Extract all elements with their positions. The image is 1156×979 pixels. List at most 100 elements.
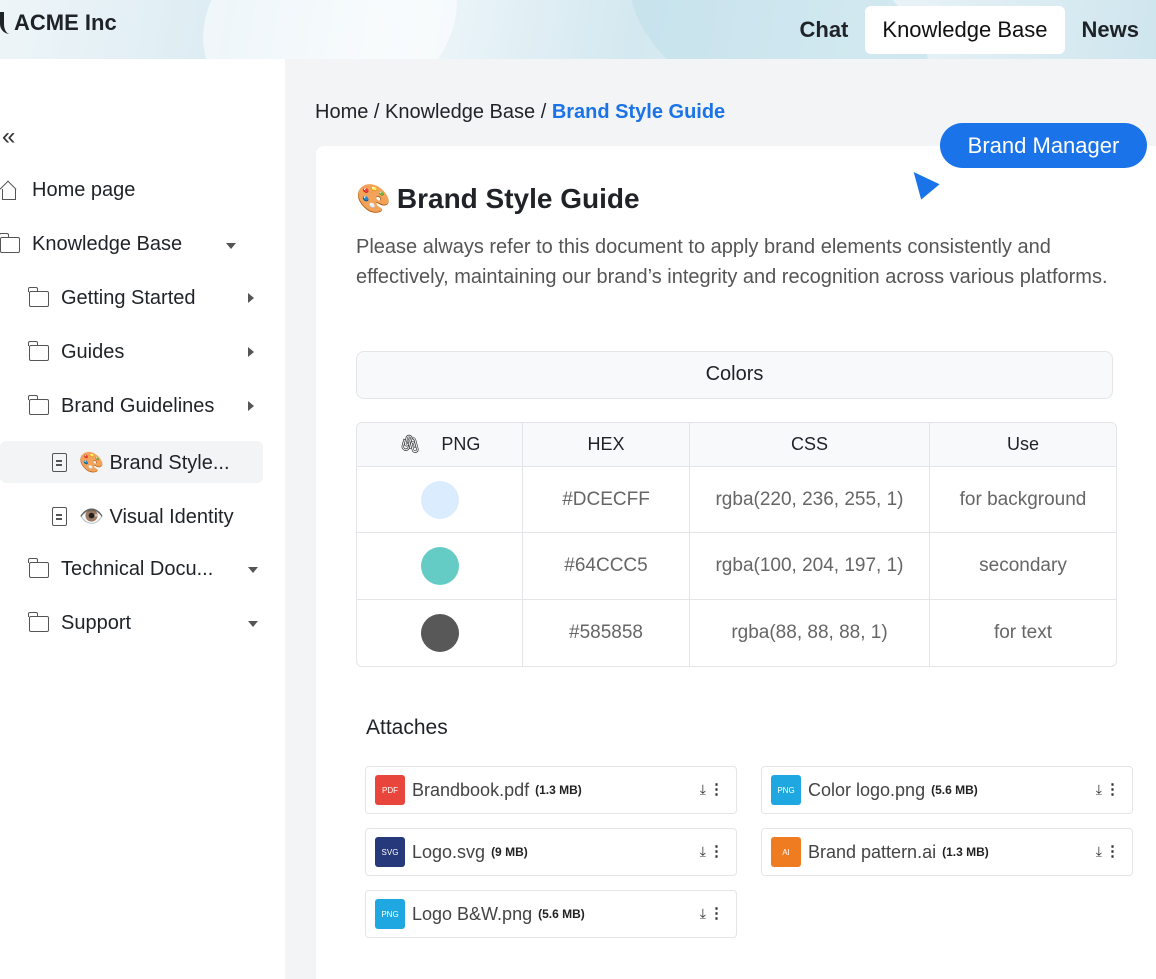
sidebar-item-label: Technical Docu... xyxy=(61,558,214,580)
chevron-right-icon[interactable] xyxy=(248,293,254,303)
folder-icon xyxy=(28,557,49,578)
swatch-cell xyxy=(357,533,523,600)
sidebar-item-label: Guides xyxy=(61,341,125,363)
sidebar-item-label: 🎨 Brand Style... xyxy=(79,452,230,474)
column-header-use: Use xyxy=(930,423,1116,467)
sidebar-item-label: 👁️ Visual Identity xyxy=(79,506,234,528)
chevron-down-icon[interactable] xyxy=(248,621,258,627)
file-name: Brand pattern.ai xyxy=(808,841,937,862)
sidebar-item-support[interactable]: Support xyxy=(28,611,132,635)
download-icon[interactable]: ⤓ xyxy=(1096,781,1102,798)
sidebar-item-label: Getting Started xyxy=(61,287,196,309)
download-icon[interactable]: ⤓ xyxy=(1096,843,1102,860)
more-options-icon[interactable]: ⋮ xyxy=(1105,780,1120,798)
chevron-right-icon[interactable] xyxy=(248,401,254,411)
nav-chat[interactable]: Chat xyxy=(783,6,866,54)
pdf-file-icon: PDF xyxy=(375,775,405,805)
table-row: #585858 rgba(88, 88, 88, 1) for text xyxy=(357,599,1116,666)
png-file-icon: PNG xyxy=(771,775,801,805)
more-options-icon[interactable]: ⋮ xyxy=(709,904,724,922)
sidebar-item-brand-style-guide[interactable]: 🎨 Brand Style... xyxy=(52,450,230,475)
swatch-cell xyxy=(357,599,523,666)
file-name: Logo B&W.png xyxy=(412,903,533,924)
attachment-brandbook[interactable]: PDF Brandbook.pdf (1.3 MB) ⤓ ⋮ xyxy=(365,766,737,814)
attachment-color-logo[interactable]: PNG Color logo.png (5.6 MB) ⤓ ⋮ xyxy=(761,766,1133,814)
file-size: (5.6 MB) xyxy=(538,907,585,921)
nav-knowledge-base[interactable]: Knowledge Base xyxy=(865,5,1065,54)
attachment-brand-pattern[interactable]: AI Brand pattern.ai (1.3 MB) ⤓ ⋮ xyxy=(761,828,1133,876)
sidebar-item-home[interactable]: Home page xyxy=(0,179,135,202)
color-swatch xyxy=(420,546,459,585)
breadcrumb-knowledge-base[interactable]: Knowledge Base xyxy=(385,101,535,123)
chevron-down-icon[interactable] xyxy=(248,567,258,573)
file-size: (1.3 MB) xyxy=(942,845,989,859)
sidebar-item-label: Brand Guidelines xyxy=(61,395,215,417)
colors-section-header[interactable]: Colors xyxy=(356,351,1113,399)
more-options-icon[interactable]: ⋮ xyxy=(1105,842,1120,860)
brand-name: ACME Inc xyxy=(14,10,117,35)
more-options-icon[interactable]: ⋮ xyxy=(709,842,724,860)
palette-emoji-icon: 🎨 xyxy=(356,183,391,214)
sidebar-item-technical-docs[interactable]: Technical Docu... xyxy=(28,557,214,581)
colors-table: 🖇 PNG HEX CSS Use #DCECFF rgba(220, 236, … xyxy=(356,422,1117,667)
file-size: (5.6 MB) xyxy=(931,783,978,797)
hex-cell: #585858 xyxy=(523,599,690,666)
breadcrumb: Home / Knowledge Base / Brand Style Guid… xyxy=(315,101,725,124)
css-cell: rgba(88, 88, 88, 1) xyxy=(690,599,930,666)
paperclip-icon: 🖇 xyxy=(398,434,422,454)
file-size: (1.3 MB) xyxy=(535,783,582,797)
color-swatch xyxy=(420,480,459,519)
intro-paragraph: Please always refer to this document to … xyxy=(356,236,1108,288)
folder-icon xyxy=(0,232,20,253)
download-icon[interactable]: ⤓ xyxy=(700,781,706,798)
logo-icon xyxy=(0,12,10,34)
use-cell: for background xyxy=(930,467,1116,534)
color-swatch xyxy=(420,613,459,652)
file-name: Color logo.png xyxy=(808,779,926,800)
folder-icon xyxy=(28,340,49,361)
sidebar-item-knowledge-base[interactable]: Knowledge Base xyxy=(0,232,183,256)
swatch-cell xyxy=(357,467,523,534)
column-header-png: 🖇 PNG xyxy=(357,423,523,467)
brand-logo[interactable]: ACME Inc xyxy=(0,10,117,36)
file-name: Brandbook.pdf xyxy=(412,779,530,800)
file-name: Logo.svg xyxy=(412,841,486,862)
page-title: 🎨 Brand Style Guide xyxy=(356,182,640,215)
sidebar-item-getting-started[interactable]: Getting Started xyxy=(28,286,196,310)
attachment-logo-svg[interactable]: SVG Logo.svg (9 MB) ⤓ ⋮ xyxy=(365,828,737,876)
breadcrumb-home[interactable]: Home xyxy=(315,101,368,123)
sidebar: « Home page Knowledge Base Getting Start… xyxy=(0,59,285,979)
sidebar-item-guides[interactable]: Guides xyxy=(28,340,125,364)
nav-news[interactable]: News xyxy=(1065,6,1156,54)
home-icon xyxy=(0,182,18,200)
sidebar-item-visual-identity[interactable]: 👁️ Visual Identity xyxy=(52,504,234,529)
download-icon[interactable]: ⤓ xyxy=(700,843,706,860)
ai-file-icon: AI xyxy=(771,837,801,867)
table-row: #64CCC5 rgba(100, 204, 197, 1) secondary xyxy=(357,533,1116,600)
table-header-row: 🖇 PNG HEX CSS Use xyxy=(357,423,1116,467)
css-cell: rgba(220, 236, 255, 1) xyxy=(690,467,930,534)
collapse-sidebar-icon[interactable]: « xyxy=(2,123,15,151)
sidebar-item-brand-guidelines[interactable]: Brand Guidelines xyxy=(28,394,215,418)
download-icon[interactable]: ⤓ xyxy=(700,905,706,922)
folder-icon xyxy=(28,394,49,415)
breadcrumb-current: Brand Style Guide xyxy=(551,101,726,123)
chevron-right-icon[interactable] xyxy=(248,347,254,357)
top-header: ACME Inc Chat Knowledge Base News xyxy=(0,0,1156,59)
column-header-css: CSS xyxy=(690,423,930,467)
file-size: (9 MB) xyxy=(491,845,528,859)
document-icon xyxy=(52,507,67,526)
hex-cell: #DCECFF xyxy=(523,467,690,534)
more-options-icon[interactable]: ⋮ xyxy=(709,780,724,798)
document-icon xyxy=(52,453,67,472)
css-cell: rgba(100, 204, 197, 1) xyxy=(690,533,930,600)
top-navigation: Chat Knowledge Base News xyxy=(783,0,1156,59)
sidebar-item-label: Support xyxy=(61,612,132,634)
attachment-logo-bw[interactable]: PNG Logo B&W.png (5.6 MB) ⤓ ⋮ xyxy=(365,890,737,938)
svg-file-icon: SVG xyxy=(375,837,405,867)
sidebar-item-label: Knowledge Base xyxy=(32,233,183,255)
folder-icon xyxy=(28,611,49,632)
table-row: #DCECFF rgba(220, 236, 255, 1) for backg… xyxy=(357,467,1116,534)
png-file-icon: PNG xyxy=(375,899,405,929)
chevron-down-icon[interactable] xyxy=(226,243,236,249)
